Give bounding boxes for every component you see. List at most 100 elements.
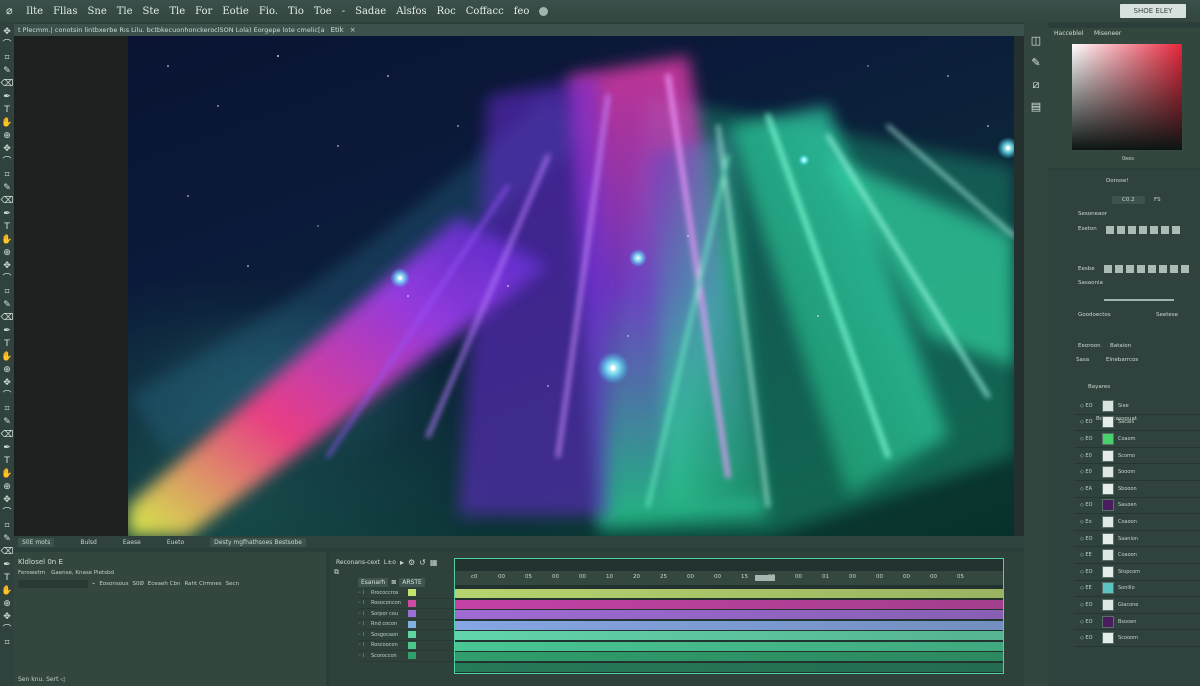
option-icon[interactable] — [1150, 226, 1158, 234]
timeline-layer-row[interactable]: ◦ ⁞ Sorpor cou — [358, 609, 454, 620]
timeline-layer-row[interactable]: ◦ ⁞ Rnd cocon — [358, 620, 454, 630]
lasso-tool-icon[interactable]: ⌒ — [1, 507, 13, 520]
zoom-tool-icon[interactable]: ⊕ — [1, 247, 13, 260]
brush-tool-icon[interactable]: ✎ — [1, 182, 13, 195]
layer-row[interactable]: ◇ E0 Scomo — [1074, 448, 1200, 465]
menu-item[interactable]: Ste — [143, 6, 160, 17]
menu-item[interactable]: Tio — [288, 6, 304, 17]
layer-visibility-icon[interactable]: ◇ Eo — [1080, 519, 1098, 525]
brush-tool-icon[interactable]: ✎ — [1, 299, 13, 312]
eraser-tool-icon[interactable]: ⌫ — [1, 78, 14, 91]
crop-tool-icon[interactable]: ⌗ — [1, 52, 13, 65]
document-tab[interactable]: t Plecmm.| conotsin lintbxerbe Rıs Lilu.… — [14, 24, 1024, 36]
hand-tool-icon[interactable]: ✋ — [1, 351, 13, 364]
layer-visibility-icon[interactable]: ◇ EO — [1080, 569, 1098, 575]
option-icon[interactable] — [1139, 226, 1147, 234]
move-tool-icon[interactable]: ✥ — [1, 26, 13, 39]
properties-input[interactable] — [18, 580, 88, 588]
zoom-tool-icon[interactable]: ⊕ — [1, 481, 13, 494]
type-tool-icon[interactable]: T — [1, 104, 13, 117]
brush-tool-icon[interactable]: ✎ — [1, 65, 13, 78]
layer-row[interactable]: ◇ EO Saanion — [1074, 531, 1200, 548]
option-slider[interactable] — [1104, 299, 1174, 301]
menu-item[interactable]: feo — [514, 6, 530, 17]
pen-tool-icon[interactable]: ✒ — [1, 559, 13, 572]
menu-item[interactable]: Eotie — [222, 6, 248, 17]
loop-icon[interactable]: ↺ — [419, 558, 426, 567]
layer-visibility-icon[interactable]: ◇ EO — [1080, 635, 1098, 641]
brush-tool-icon[interactable]: ✎ — [1, 533, 13, 546]
channels-tab[interactable]: Elnebarrcos — [1106, 357, 1138, 363]
move-tool-icon[interactable]: ✥ — [1, 143, 13, 156]
option-icon[interactable] — [1170, 265, 1178, 273]
timeline-panel-label[interactable]: Reconans-cext — [336, 559, 380, 566]
layer-visibility-icon[interactable]: ◇ EO — [1080, 536, 1098, 542]
menu-item[interactable]: Toe — [314, 6, 332, 17]
zoom-status[interactable]: S0E mots — [18, 537, 55, 547]
lasso-tool-icon[interactable]: ⌒ — [1, 273, 13, 286]
crop-tool-icon[interactable]: ⌗ — [1, 520, 13, 533]
menu-item[interactable]: - — [342, 6, 345, 17]
eraser-tool-icon[interactable]: ⌫ — [1, 429, 14, 442]
crop-tool-icon[interactable]: ⌗ — [1, 286, 13, 299]
crop-tool-icon[interactable]: ⌗ — [1, 637, 13, 650]
option-icons-1[interactable] — [1106, 226, 1180, 234]
option-icon[interactable] — [1126, 265, 1134, 273]
track-bar[interactable] — [455, 662, 1003, 672]
move-tool-icon[interactable]: ✥ — [1, 377, 13, 390]
lasso-tool-icon[interactable]: ⌒ — [1, 390, 13, 403]
color-picker-field[interactable] — [1072, 44, 1182, 150]
pen-tool-icon[interactable]: ✒ — [1, 208, 13, 221]
layer-visibility-icon[interactable]: ◇ E0 — [1080, 453, 1098, 459]
option-icons-2[interactable] — [1104, 265, 1189, 273]
track-bar[interactable] — [455, 589, 1003, 598]
menu-item[interactable]: Sadae — [355, 6, 386, 17]
type-tool-icon[interactable]: T — [1, 221, 13, 234]
brush-settings-icon[interactable]: ✎ — [1029, 56, 1043, 70]
document-tab-title[interactable]: t Plecmm.| conotsin lintbxerbe Rıs Lilu.… — [18, 26, 325, 34]
visibility-icon[interactable]: ◦ ⁞ — [358, 632, 368, 638]
book-icon[interactable]: ▤ — [1029, 100, 1043, 114]
menu-item[interactable]: Sne — [88, 6, 107, 17]
layer-row[interactable]: ◇ EO Giacone — [1074, 597, 1200, 614]
layer-row[interactable]: ◇ EO Stopcom — [1074, 564, 1200, 581]
time-ruler[interactable]: c0000500001020250000152000010000000005 — [455, 571, 1003, 585]
hand-tool-icon[interactable]: ✋ — [1, 234, 13, 247]
option-icon[interactable] — [1148, 265, 1156, 273]
menu-item[interactable]: For — [195, 6, 212, 17]
layers-tab[interactable]: Sasa — [1076, 357, 1089, 363]
layer-visibility-icon[interactable]: ◇ E0 — [1080, 469, 1098, 475]
layer-row[interactable]: ◇ EO Sauoen — [1074, 498, 1200, 515]
eraser-tool-icon[interactable]: ⌫ — [1, 312, 14, 325]
timeline-layer-row[interactable]: ◦ ⁞ Scoroccon — [358, 651, 454, 662]
move-tool-icon[interactable]: ✥ — [1, 494, 13, 507]
settings-icon[interactable]: ⚙ — [408, 558, 415, 567]
option-icon[interactable] — [1161, 226, 1169, 234]
timeline-layer-row[interactable]: ◦ ⁞ Rrococcros — [358, 588, 454, 599]
layer-row[interactable]: ◇ EO Sacais — [1074, 415, 1200, 432]
layer-row[interactable]: ◇ EE Coaoon — [1074, 547, 1200, 564]
option-icon[interactable] — [1137, 265, 1145, 273]
layer-visibility-icon[interactable]: ◇ EO — [1080, 403, 1098, 409]
timeline-layer-header-button[interactable]: ARSTE — [399, 577, 425, 587]
lasso-tool-icon[interactable]: ⌒ — [1, 156, 13, 169]
value-field[interactable]: C0.2 — [1112, 196, 1145, 204]
option-icon[interactable] — [1181, 265, 1189, 273]
layer-row[interactable]: ◇ E0 Sooom — [1074, 464, 1200, 481]
visibility-icon[interactable]: ◦ ⁞ — [358, 611, 368, 617]
layer-row[interactable]: ◇ Eo Coaoon — [1074, 514, 1200, 531]
timeline-tracks[interactable]: c0000500001020250000152000010000000005 — [454, 558, 1004, 674]
crop-tool-icon[interactable]: ⌗ — [1, 169, 13, 182]
layer-visibility-icon[interactable]: ◇ EO — [1080, 602, 1098, 608]
option-icon[interactable] — [1104, 265, 1112, 273]
layer-row[interactable]: ◇ EO Coaom — [1074, 431, 1200, 448]
layer-visibility-icon[interactable]: ◇ EA — [1080, 486, 1098, 492]
option-icon[interactable] — [1128, 226, 1136, 234]
menu-item[interactable]: Fllas — [53, 6, 77, 17]
hand-tool-icon[interactable]: ✋ — [1, 468, 13, 481]
timeline-layer-row[interactable]: ◦ ⁞ Rosoconcon — [358, 599, 454, 609]
hand-tool-icon[interactable]: ✋ — [1, 585, 13, 598]
track-bar[interactable] — [455, 620, 1003, 630]
layer-row[interactable]: ◇ EO Siee — [1074, 398, 1200, 415]
move-tool-icon[interactable]: ✥ — [1, 611, 13, 624]
